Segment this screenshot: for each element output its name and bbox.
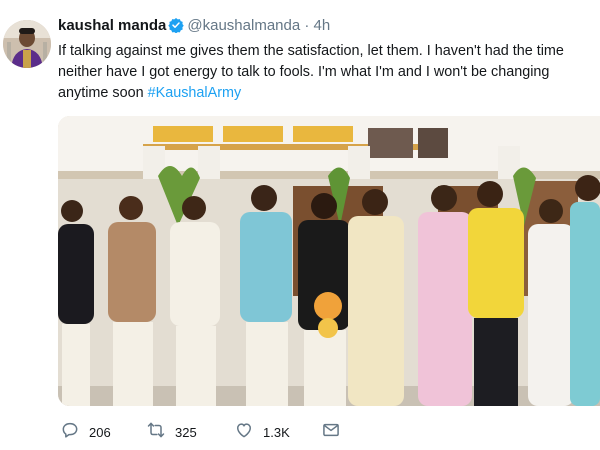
like-count: 1.3K (263, 424, 290, 440)
tweet-text-line-2: neither have I got energy to talk to foo… (58, 64, 550, 80)
reply-button[interactable]: 206 (60, 420, 111, 444)
like-button[interactable]: 1.3K (234, 420, 290, 444)
timestamp[interactable]: 4h (314, 17, 331, 34)
verified-badge-icon (168, 17, 185, 37)
retweet-count: 325 (175, 424, 197, 440)
tweet-header: kaushal manda @kaushalmanda · 4h (58, 17, 330, 37)
tweet-text-line-3-prefix: anytime soon (58, 85, 148, 101)
tweet-text-line-1: If talking against me gives them the sat… (58, 43, 564, 59)
retweet-button[interactable]: 325 (146, 420, 197, 444)
like-icon (234, 420, 254, 445)
reply-icon (60, 420, 80, 445)
tweet-text-line-3: anytime soon #KaushalArmy (58, 83, 600, 104)
author-handle[interactable]: @kaushalmanda (187, 17, 300, 34)
author-name[interactable]: kaushal manda (58, 17, 166, 34)
tweet-text: If talking against me gives them the sat… (58, 41, 600, 104)
tweet-photo[interactable] (58, 116, 600, 406)
direct-message-icon (321, 420, 341, 445)
tweet-actions: 206 325 1.3K (58, 420, 598, 444)
direct-message-button[interactable] (321, 420, 341, 444)
hashtag-link[interactable]: #KaushalArmy (148, 85, 242, 101)
retweet-icon (146, 420, 166, 445)
reply-count: 206 (89, 424, 111, 440)
separator-dot: · (304, 17, 310, 34)
tweet-card: kaushal manda @kaushalmanda · 4h If talki… (0, 0, 600, 450)
avatar[interactable] (3, 20, 51, 68)
